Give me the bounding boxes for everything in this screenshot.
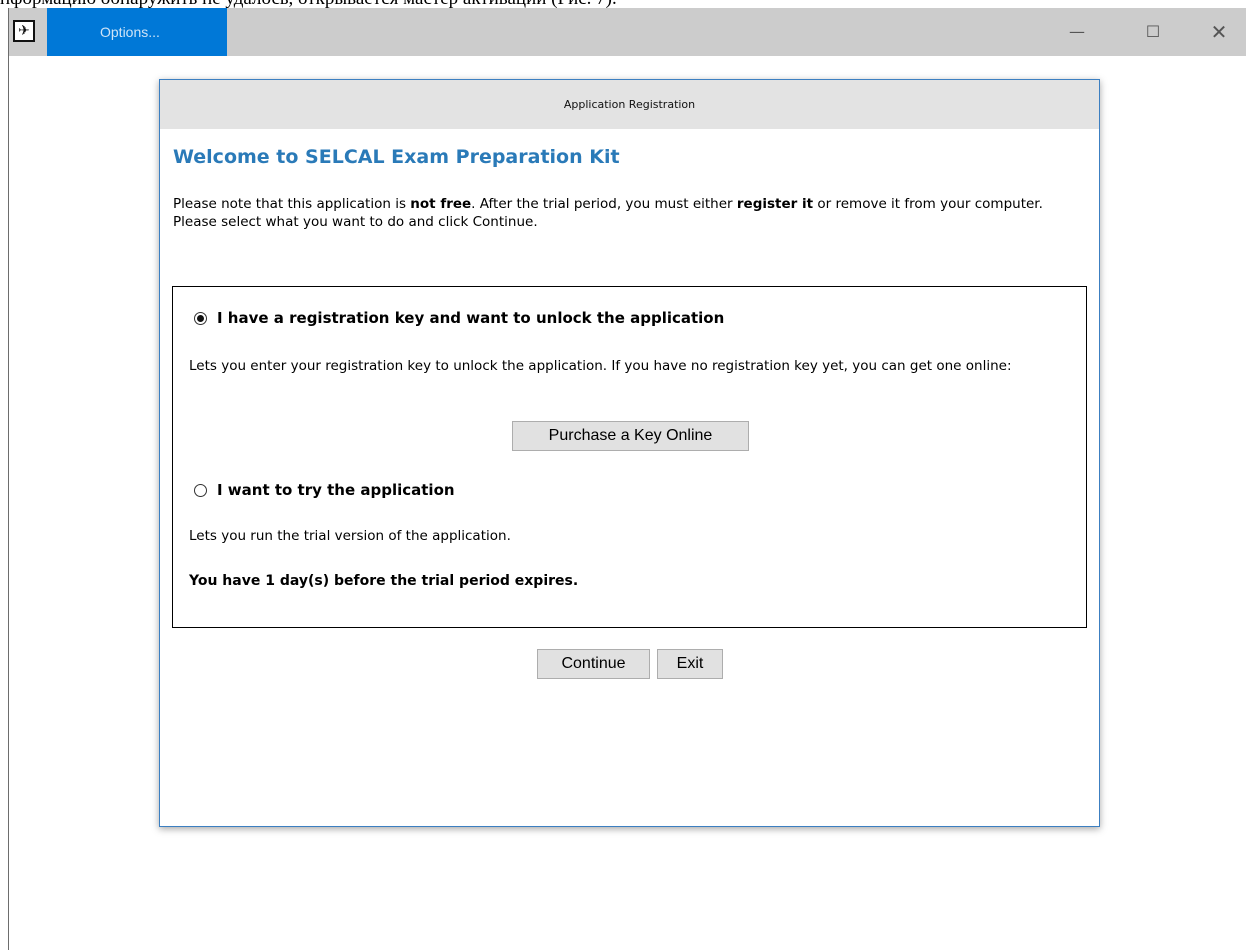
trial-expiry-note: You have 1 day(s) before the trial perio…: [189, 573, 579, 589]
options-tab[interactable]: Options...: [47, 8, 227, 56]
airplane-icon[interactable]: ✈: [13, 20, 35, 42]
register-description: Lets you enter your registration key to …: [189, 358, 1012, 374]
intro-register-it: register it: [736, 196, 814, 212]
maximize-icon[interactable]: ☐: [1130, 8, 1176, 56]
trial-description: Lets you run the trial version of the ap…: [189, 528, 511, 544]
close-icon[interactable]: ✕: [1196, 8, 1242, 56]
options-panel: I have a registration key and want to un…: [172, 286, 1087, 628]
intro-text: Please note that this application is not…: [173, 195, 1073, 231]
intro-part1: Please note that this application is: [173, 196, 411, 212]
title-bar: ✈ Options... — ☐ ✕: [9, 8, 1246, 56]
minimize-icon[interactable]: —: [1054, 8, 1100, 56]
register-radio[interactable]: [194, 311, 207, 325]
intro-not-free: not free: [410, 196, 472, 212]
purchase-key-button[interactable]: Purchase a Key Online: [512, 421, 749, 451]
dialog-header: Application Registration: [160, 80, 1099, 129]
intro-instruction: Please select what you want to do and cl…: [173, 214, 538, 230]
trial-radio[interactable]: [194, 483, 207, 497]
trial-option-label[interactable]: I want to try the application: [217, 481, 455, 499]
continue-button[interactable]: Continue: [537, 649, 650, 679]
intro-part3: or remove it from your computer.: [813, 196, 1043, 212]
registration-dialog: Application Registration Welcome to SELC…: [159, 79, 1100, 827]
register-option[interactable]: I have a registration key and want to un…: [194, 309, 724, 327]
intro-part2: . After the trial period, you must eithe…: [471, 196, 737, 212]
trial-option[interactable]: I want to try the application: [194, 481, 455, 499]
register-option-label[interactable]: I have a registration key and want to un…: [217, 309, 724, 327]
welcome-heading: Welcome to SELCAL Exam Preparation Kit: [173, 146, 620, 168]
exit-button[interactable]: Exit: [657, 649, 723, 679]
